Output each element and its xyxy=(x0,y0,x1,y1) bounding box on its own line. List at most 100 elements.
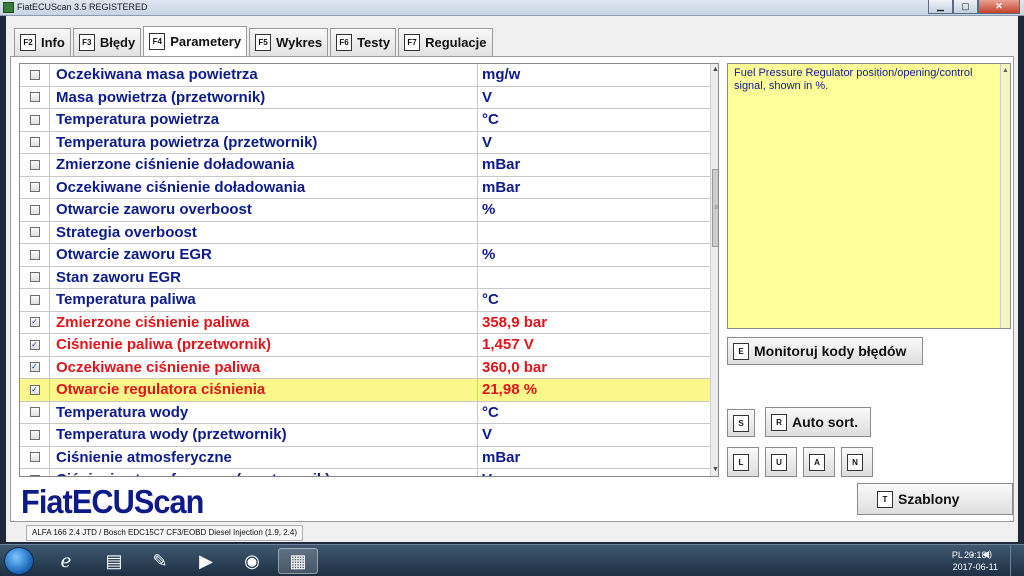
parameter-name: Ciśnienie atmosferyczne xyxy=(50,446,478,468)
table-row[interactable]: ✓ Otwarcie regulatora ciśnienia 21,98 % xyxy=(20,379,718,402)
parameter-checkbox[interactable] xyxy=(29,182,40,193)
parameter-table: Oczekiwana masa powietrza mg/w Masa powiet… xyxy=(19,63,719,477)
s-button[interactable]: S xyxy=(727,409,755,437)
table-row[interactable]: Ciśnienie atmosferyczne mBar xyxy=(20,446,718,469)
table-row[interactable]: Temperatura powietrza °C xyxy=(20,109,718,132)
maximize-button[interactable]: ▢ xyxy=(953,0,978,14)
parameter-checkbox[interactable]: ✓ xyxy=(29,339,40,350)
table-row[interactable]: Temperatura wody °C xyxy=(20,401,718,424)
clock[interactable]: 20:18 2017-06-11 xyxy=(953,549,998,573)
tab-label: Info xyxy=(41,35,65,50)
app-window: F2 Info F3 Błędy F4 Parametery F5 Wykres F6 Testy… xyxy=(6,16,1018,542)
parameter-name: Ciśnienie paliwa (przetwornik) xyxy=(50,334,478,356)
tab-parametery[interactable]: F4 Parametery xyxy=(143,26,248,56)
description-scrollbar[interactable]: ▲ xyxy=(1000,64,1010,328)
a-button[interactable]: A xyxy=(803,447,835,477)
parameter-name: Otwarcie zaworu overboost xyxy=(50,199,478,221)
table-row[interactable]: Masa powietrza (przetwornik) V xyxy=(20,86,718,109)
table-row[interactable]: ✓ Zmierzone ciśnienie paliwa 358,9 bar xyxy=(20,311,718,334)
table-row[interactable]: Temperatura wody (przetwornik) V xyxy=(20,424,718,447)
tab-b-dy[interactable]: F3 Błędy xyxy=(72,28,142,56)
file-explorer-icon[interactable]: ▤ xyxy=(94,548,134,574)
table-row[interactable]: Temperatura paliwa °C xyxy=(20,289,718,312)
parameter-checkbox[interactable] xyxy=(29,474,40,476)
scroll-up-icon[interactable]: ▲ xyxy=(711,64,718,76)
minimize-button[interactable]: ▁ xyxy=(928,0,953,14)
parameter-name: Zmierzone ciśnienie doładowania xyxy=(50,154,478,176)
table-row[interactable]: Ciśnienie atmosferyczne (przetwornik)V xyxy=(20,469,718,476)
parameter-checkbox[interactable] xyxy=(29,294,40,305)
parameter-checkbox[interactable]: ✓ xyxy=(29,362,40,373)
checkbox-cell xyxy=(20,244,50,266)
tab-testy[interactable]: F6 Testy xyxy=(330,28,397,56)
close-button[interactable]: ✕ xyxy=(978,0,1020,14)
parameter-checkbox[interactable] xyxy=(29,159,40,170)
key-s-icon: S xyxy=(733,414,749,432)
parameter-checkbox[interactable] xyxy=(29,429,40,440)
tab-label: Parametery xyxy=(170,34,242,49)
internet-explorer-icon[interactable]: ℯ xyxy=(46,548,86,574)
checkbox-cell xyxy=(20,221,50,243)
tab-regulacje[interactable]: F7 Regulacje xyxy=(398,28,493,56)
u-button[interactable]: U xyxy=(765,447,797,477)
parameter-value: V xyxy=(482,426,493,443)
parameter-checkbox[interactable] xyxy=(29,452,40,463)
parameter-value: 21,98 % xyxy=(482,381,538,398)
key-n-icon: N xyxy=(847,453,863,471)
key-u-icon: U xyxy=(771,453,787,471)
description-text: Fuel Pressure Regulator position/opening… xyxy=(734,67,973,92)
parameter-name: Temperatura wody (przetwornik) xyxy=(50,424,478,446)
table-row[interactable]: Otwarcie zaworu overboost% xyxy=(20,199,718,222)
parameter-value: % xyxy=(482,201,496,218)
parameter-name: Temperatura powietrza xyxy=(50,109,478,131)
checkbox-cell xyxy=(20,131,50,153)
monitor-error-codes-button[interactable]: E Monitoruj kody błędów xyxy=(727,337,923,365)
tab-wykres[interactable]: F5 Wykres xyxy=(249,28,329,56)
scroll-down-icon[interactable]: ▼ xyxy=(711,464,718,476)
fiatecuscan-taskbar-icon[interactable]: ▦ xyxy=(278,548,318,574)
table-row[interactable]: Otwarcie zaworu EGR% xyxy=(20,244,718,267)
table-row[interactable]: Zmierzone ciśnienie doładowania mBar xyxy=(20,154,718,177)
parameter-checkbox[interactable] xyxy=(29,137,40,148)
start-button[interactable] xyxy=(4,547,34,575)
parameter-checkbox[interactable] xyxy=(29,204,40,215)
auto-sort-button[interactable]: R Auto sort. xyxy=(765,407,871,437)
templates-button[interactable]: T Szablony xyxy=(857,483,1013,515)
app-shortcut-icon[interactable]: ✎ xyxy=(140,548,180,574)
window-title: FiatECUScan 3.5 REGISTERED xyxy=(17,2,148,12)
parameter-checkbox[interactable]: ✓ xyxy=(29,317,40,328)
parameter-name: Otwarcie zaworu EGR xyxy=(50,244,478,266)
media-player-icon[interactable]: ▶ xyxy=(186,548,226,574)
checkbox-cell xyxy=(20,469,50,476)
table-row[interactable]: Oczekiwane ciśnienie doładowania mBar xyxy=(20,176,718,199)
l-button[interactable]: L xyxy=(727,447,759,477)
checkbox-cell xyxy=(20,176,50,198)
parameter-checkbox[interactable] xyxy=(29,69,40,80)
show-desktop-button[interactable] xyxy=(1010,545,1024,576)
table-row[interactable]: Temperatura powietrza (przetwornik) V xyxy=(20,131,718,154)
table-row[interactable]: ✓ Ciśnienie paliwa (przetwornik) 1,457 V xyxy=(20,334,718,357)
table-row[interactable]: Stan zaworu EGR xyxy=(20,266,718,289)
table-row[interactable]: ✓ Oczekiwane ciśnienie paliwa 360,0 bar xyxy=(20,356,718,379)
tab-key-icon: F6 xyxy=(336,34,353,51)
table-row[interactable]: Strategia overboost xyxy=(20,221,718,244)
table-row[interactable]: Oczekiwana masa powietrza mg/w xyxy=(20,64,718,87)
parameter-checkbox[interactable] xyxy=(29,114,40,125)
chrome-icon[interactable]: ◉ xyxy=(232,548,272,574)
key-t-icon: T xyxy=(877,490,893,508)
parameter-checkbox[interactable] xyxy=(29,92,40,103)
scroll-thumb[interactable]: ≡ xyxy=(712,169,718,247)
taskbar: ℯ ▤ ✎ ▶ ◉ ▦ PL ▪ ◀) 20:18 2017-06-11 xyxy=(0,544,1024,576)
parameter-value: 358,9 bar xyxy=(482,313,548,331)
parameter-checkbox[interactable] xyxy=(29,407,40,418)
parameter-name: Stan zaworu EGR xyxy=(50,266,478,288)
status-bar: ALFA 166 2.4 JTD / Bosch EDC15C7 CF3/EOB… xyxy=(6,524,1018,542)
tab-info[interactable]: F2 Info xyxy=(14,28,71,56)
parameter-checkbox[interactable] xyxy=(29,249,40,260)
n-button[interactable]: N xyxy=(841,447,873,477)
parameter-checkbox[interactable] xyxy=(29,227,40,238)
parameter-checkbox[interactable]: ✓ xyxy=(29,384,40,395)
parameter-checkbox[interactable] xyxy=(29,272,40,283)
table-scrollbar[interactable]: ▲ ≡ ▼ xyxy=(710,64,718,476)
checkbox-cell xyxy=(20,154,50,176)
